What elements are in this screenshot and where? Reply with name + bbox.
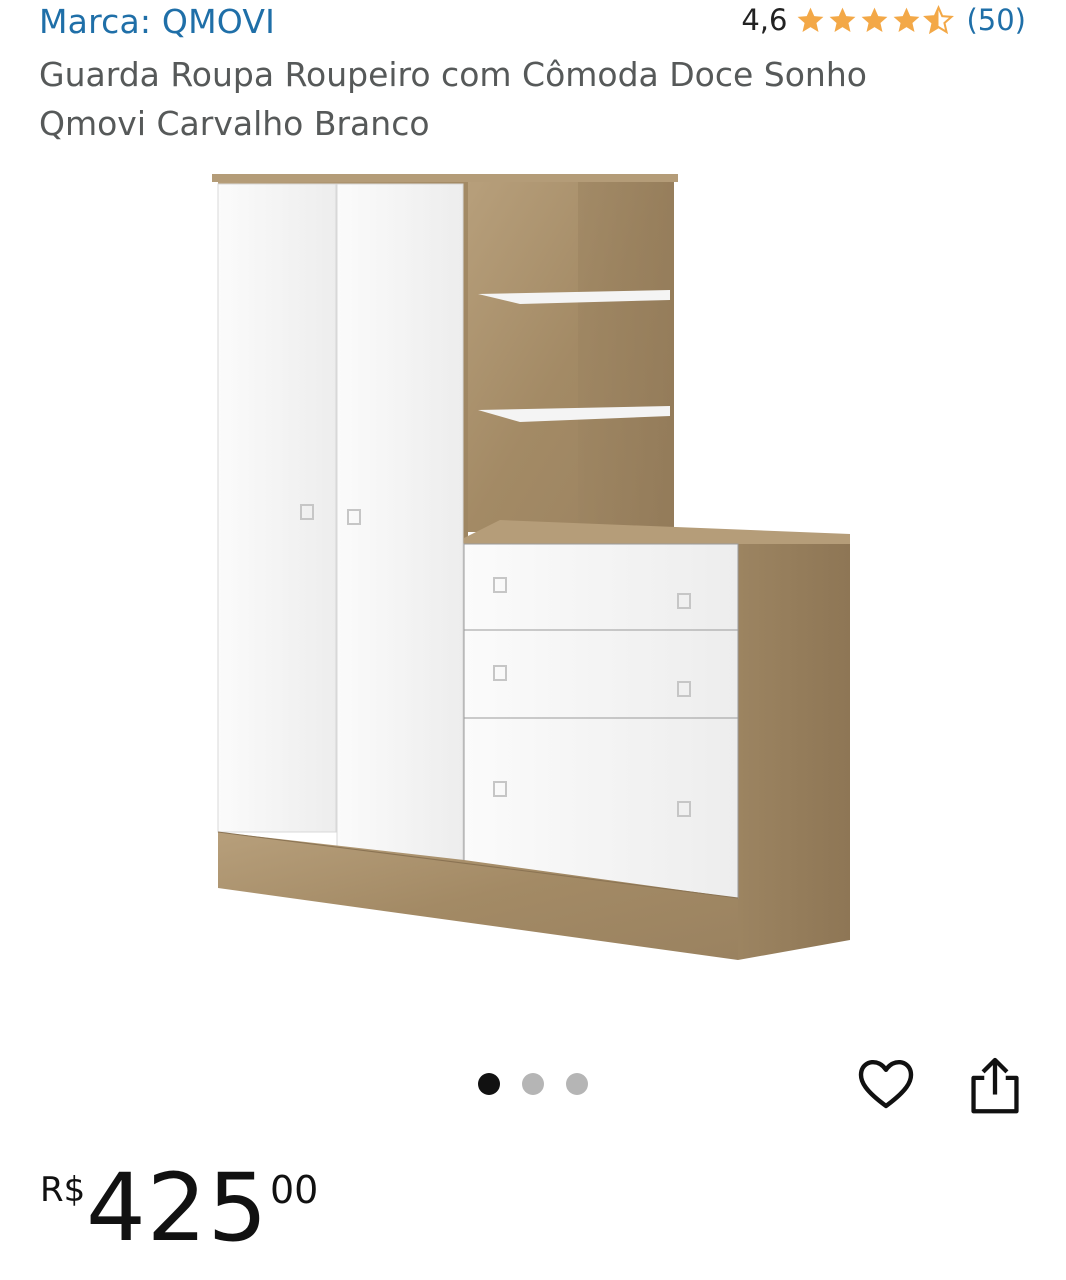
star-icon: [894, 7, 920, 32]
image-carousel-dots[interactable]: [478, 1073, 588, 1095]
carousel-dot[interactable]: [522, 1073, 544, 1095]
rating-summary[interactable]: 4,6 (50): [741, 0, 1026, 40]
half-star-icon: [923, 4, 955, 34]
star-icon: [798, 7, 824, 32]
heart-icon[interactable]: [855, 1053, 917, 1115]
rating-value: 4,6: [741, 3, 788, 37]
share-icon[interactable]: [966, 1054, 1024, 1116]
brand-link[interactable]: Marca: QMOVI: [39, 2, 275, 41]
price-cents: 00: [270, 1168, 319, 1212]
rating-count[interactable]: (50): [966, 3, 1026, 37]
wardrobe-product-image[interactable]: [200, 160, 870, 980]
carousel-dot[interactable]: [478, 1073, 500, 1095]
price-whole: 425: [86, 1154, 269, 1263]
price-currency: R$: [40, 1170, 86, 1210]
star-icon: [830, 7, 856, 32]
product-title: Guarda Roupa Roupeiro com Cômoda Doce So…: [39, 55, 867, 143]
rating-stars: [795, 4, 955, 36]
carousel-dot[interactable]: [566, 1073, 588, 1095]
star-icon: [862, 7, 888, 32]
